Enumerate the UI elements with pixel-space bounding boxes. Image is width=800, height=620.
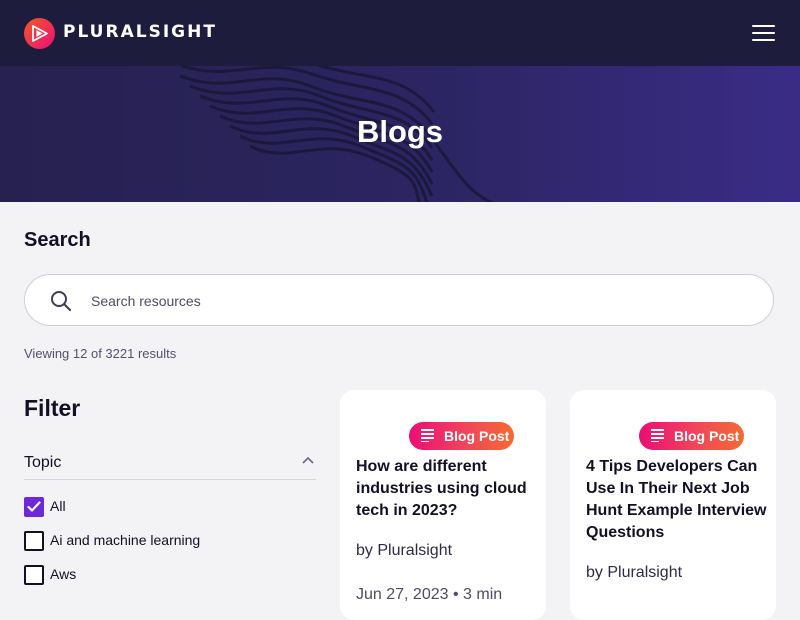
page-title: Blogs: [356, 114, 444, 149]
topic-label: Topic: [24, 454, 62, 471]
hamburger-icon-bar: [752, 32, 775, 34]
search-input[interactable]: [89, 289, 733, 313]
topic-accordion-header[interactable]: Topic: [24, 452, 316, 480]
pluralsight-logo-icon[interactable]: [24, 18, 55, 49]
hero-banner: Blogs: [0, 66, 800, 202]
badge-label: Blog Post: [674, 428, 740, 444]
checkbox-label: Ai and machine learning: [50, 532, 201, 548]
checkbox[interactable]: [24, 565, 44, 585]
search-heading: Search: [24, 229, 91, 251]
blog-post-badge: Blog Post: [409, 422, 514, 450]
card-title[interactable]: 4 Tips Developers Can Use In Their Next …: [586, 456, 768, 544]
blog-card[interactable]: Blog Post How are different industries u…: [340, 390, 546, 620]
search-icon: [51, 291, 71, 311]
blog-card[interactable]: Blog Post 4 Tips Developers Can Use In T…: [570, 390, 776, 620]
brand-name[interactable]: PLURALSIGHT: [63, 22, 217, 42]
hamburger-icon: [752, 25, 775, 27]
document-icon: [421, 429, 434, 442]
checkbox-label: Aws: [50, 566, 77, 582]
filter-heading: Filter: [24, 395, 81, 421]
card-author: by Pluralsight: [356, 542, 453, 559]
card-author: by Pluralsight: [586, 564, 683, 581]
badge-label: Blog Post: [444, 428, 510, 444]
card-date-readtime: Jun 27, 2023 • 3 min: [356, 586, 503, 603]
document-icon: [651, 429, 664, 442]
search-box[interactable]: [24, 274, 774, 326]
checkbox[interactable]: [24, 531, 44, 551]
card-title[interactable]: How are different industries using cloud…: [356, 456, 536, 522]
checkbox-checked[interactable]: [24, 497, 44, 517]
top-navbar: PLURALSIGHT: [0, 0, 800, 66]
results-count: Viewing 12 of 3221 results: [24, 346, 177, 361]
blog-post-badge: Blog Post: [639, 422, 744, 450]
hamburger-icon-bar: [752, 39, 775, 41]
chevron-up-icon: [302, 456, 314, 464]
hamburger-menu-button[interactable]: [750, 22, 776, 44]
checkbox-label: All: [50, 498, 66, 514]
checkmark-icon: [27, 501, 41, 512]
